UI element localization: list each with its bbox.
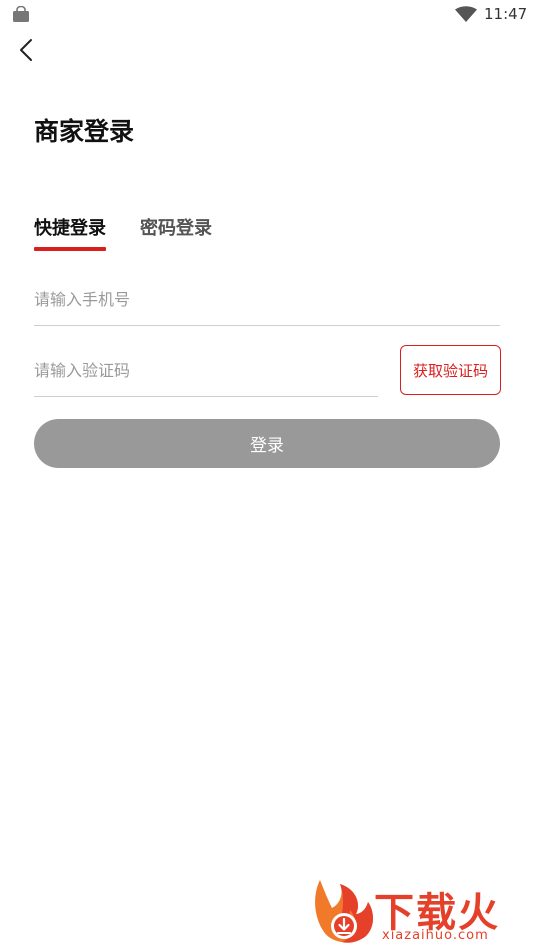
login-tabs: 快捷登录 密码登录 [34, 214, 246, 254]
wifi-icon [455, 6, 477, 26]
login-button[interactable]: 登录 [34, 419, 500, 468]
chevron-left-icon [19, 38, 33, 66]
back-button[interactable] [10, 36, 42, 68]
watermark-url: xiazaihuo.com [382, 928, 489, 943]
flame-logo-icon [310, 878, 376, 949]
phone-input[interactable] [34, 274, 500, 325]
tab-password-login[interactable]: 密码登录 [140, 214, 212, 252]
page-title: 商家登录 [34, 117, 135, 146]
tab-quick-login[interactable]: 快捷登录 [34, 214, 106, 252]
phone-field [34, 274, 500, 326]
verification-code-input[interactable] [34, 345, 378, 396]
watermark: 下载火 xiazaihuo.com [310, 878, 534, 949]
get-code-button[interactable]: 获取验证码 [400, 345, 501, 395]
code-field [34, 345, 378, 397]
shopping-bag-icon [12, 5, 30, 26]
status-bar: 11:47 [0, 0, 534, 28]
status-time: 11:47 [484, 5, 528, 23]
